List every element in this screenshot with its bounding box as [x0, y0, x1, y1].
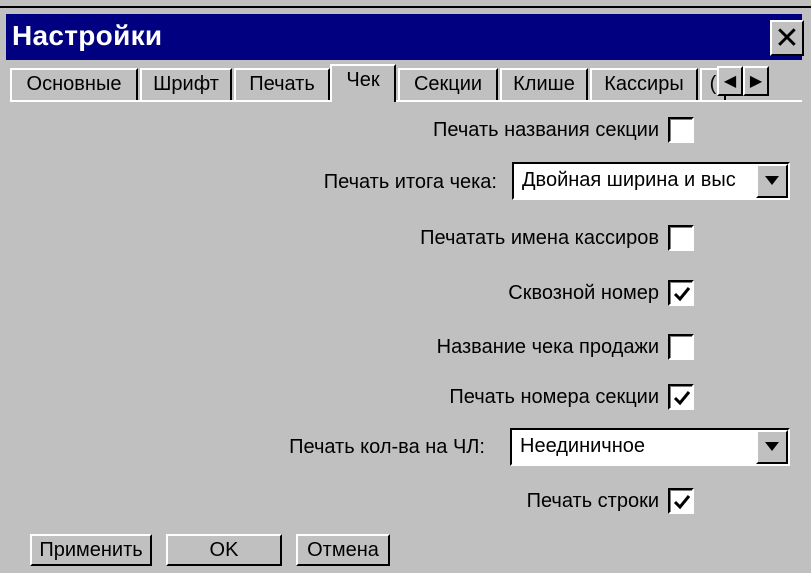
tab-receipt[interactable]: Чек	[330, 64, 396, 102]
print-total-value: Двойная ширина и выс	[522, 169, 736, 191]
print-section-name-checkbox[interactable]	[668, 117, 694, 143]
through-number-checkbox[interactable]	[668, 280, 694, 306]
print-section-number-checkbox[interactable]	[668, 384, 694, 410]
top-border	[0, 6, 811, 8]
sale-receipt-name-label: Название чека продажи	[436, 336, 659, 358]
print-cashier-names-checkbox[interactable]	[668, 225, 694, 251]
print-qty-value: Неединичное	[520, 435, 646, 457]
tab-scroll-right-button[interactable]: ▶	[743, 66, 769, 96]
cancel-button[interactable]: Отмена	[296, 534, 390, 566]
tab-header[interactable]: Клише	[500, 68, 588, 100]
chevron-down-icon	[765, 442, 779, 451]
print-cashier-names-label: Печатать имена кассиров	[420, 227, 659, 249]
print-qty-label: Печать кол-ва на ЧЛ:	[289, 436, 485, 458]
print-total-label: Печать итога чека:	[323, 171, 497, 193]
checkmark-icon	[673, 391, 691, 406]
print-total-select[interactable]: Двойная ширина и выс	[512, 162, 790, 200]
tab-osnovnye[interactable]: Основные	[10, 68, 138, 100]
dropdown-button[interactable]	[756, 430, 788, 464]
print-section-name-label: Печать названия секции	[433, 119, 659, 141]
tab-cashiers[interactable]: Кассиры	[590, 68, 698, 100]
ok-button[interactable]: OK	[166, 534, 282, 566]
chevron-down-icon	[765, 176, 779, 185]
print-qty-select[interactable]: Неединичное	[510, 428, 790, 466]
arrow-left-icon: ◀	[723, 73, 737, 90]
print-line-label: Печать строки	[526, 490, 659, 512]
settings-window: Настройки ✕ Основные Шрифт Печать Чек Се…	[0, 0, 811, 573]
dropdown-button[interactable]	[756, 164, 788, 198]
title-bar[interactable]: Настройки	[6, 14, 802, 60]
sale-receipt-name-checkbox[interactable]	[668, 334, 694, 360]
arrow-right-icon: ▶	[749, 73, 763, 90]
checkmark-icon	[673, 287, 691, 302]
print-line-checkbox[interactable]	[668, 488, 694, 514]
close-button[interactable]: ✕	[770, 20, 804, 56]
tab-strip: Основные Шрифт Печать Чек Секции Клише К…	[10, 64, 802, 102]
apply-button[interactable]: Применить	[30, 534, 152, 566]
print-section-number-label: Печать номера секции	[449, 386, 659, 408]
checkmark-icon	[673, 495, 691, 510]
close-icon: ✕	[774, 21, 800, 55]
tab-baseline	[10, 100, 802, 102]
window-title: Настройки	[12, 20, 163, 51]
through-number-label: Сквозной номер	[508, 282, 659, 304]
tab-sections[interactable]: Секции	[398, 68, 498, 100]
tab-print[interactable]: Печать	[234, 68, 330, 100]
tab-font[interactable]: Шрифт	[140, 68, 232, 100]
tab-scroll-left-button[interactable]: ◀	[717, 66, 743, 96]
